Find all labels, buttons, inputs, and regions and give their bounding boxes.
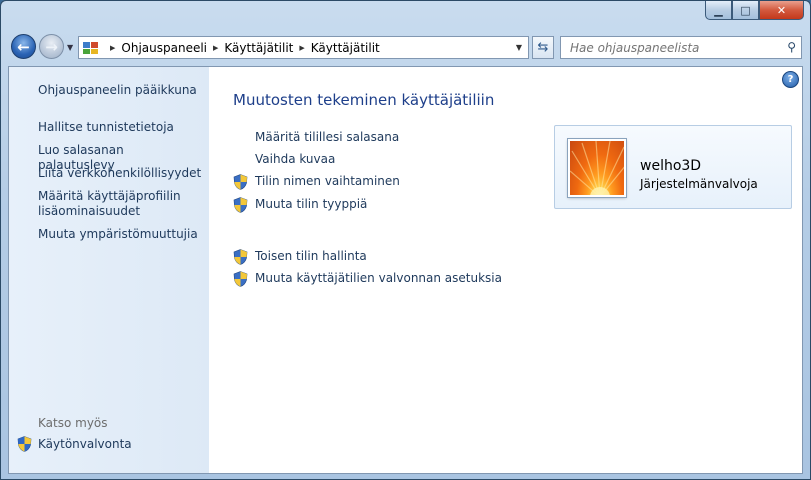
sidebar-link-environment-variables[interactable]: Muuta ympäristömuuttujia	[38, 227, 203, 242]
user-role: Järjestelmänvalvoja	[640, 177, 758, 191]
uac-shield-icon	[233, 271, 248, 287]
task-change-uac-settings[interactable]: Muuta käyttäjätilien valvonnan asetuksia	[255, 271, 502, 285]
user-name: welho3D	[640, 158, 702, 174]
address-dropdown-icon[interactable]: ▼	[516, 43, 522, 52]
breadcrumb-chevron-icon[interactable]: ▶	[213, 44, 218, 52]
main-pane: ? Muutosten tekeminen käyttäjätiliin Mää…	[209, 67, 802, 473]
user-account-card: welho3D Järjestelmänvalvoja	[554, 125, 792, 209]
help-icon[interactable]: ?	[782, 71, 799, 88]
close-button[interactable]: ✕	[759, 1, 804, 20]
minimize-button[interactable]: ▁	[705, 1, 732, 20]
caption-buttons: ▁ □ ✕	[705, 1, 804, 20]
breadcrumb-user-accounts[interactable]: Käyttäjätilit	[224, 41, 293, 55]
back-arrow-icon: ←	[17, 37, 30, 56]
sidebar: Ohjauspaneelin pääikkuna Hallitse tunnis…	[9, 67, 209, 473]
search-input[interactable]	[570, 41, 770, 55]
user-picture[interactable]	[568, 139, 626, 197]
uac-shield-icon	[233, 249, 248, 265]
task-manage-another-account[interactable]: Toisen tilin hallinta	[255, 249, 367, 263]
uac-shield-icon	[17, 436, 32, 452]
recent-pages-dropdown[interactable]: ▼	[67, 43, 73, 52]
address-bar[interactable]: ▶ Ohjauspaneeli ▶ Käyttäjätilit ▶ Käyttä…	[78, 36, 529, 59]
search-box[interactable]: ⚲	[560, 36, 802, 59]
refresh-icon: ⇆	[537, 40, 549, 55]
orange-flower-picture	[570, 141, 624, 195]
content-area: Ohjauspaneelin pääikkuna Hallitse tunnis…	[8, 66, 803, 474]
see-also-heading: Katso myös	[38, 416, 108, 430]
forward-arrow-icon: →	[45, 37, 58, 56]
uac-shield-icon	[233, 197, 248, 213]
sidebar-link-profile-properties[interactable]: Määritä käyttäjäprofiilin lisäominaisuud…	[38, 189, 203, 219]
search-icon[interactable]: ⚲	[787, 40, 796, 54]
maximize-button[interactable]: □	[732, 1, 759, 20]
page-title: Muutosten tekeminen käyttäjätiliin	[233, 91, 495, 109]
control-panel-window: ▁ □ ✕ ← → ▼ ▶ Ohjauspaneeli ▶ Käyttäjäti…	[0, 0, 811, 480]
breadcrumb-control-panel[interactable]: Ohjauspaneeli	[121, 41, 207, 55]
breadcrumb-chevron-icon[interactable]: ▶	[110, 44, 115, 52]
control-panel-icon	[83, 41, 98, 54]
task-change-picture[interactable]: Vaihda kuvaa	[255, 152, 335, 166]
back-button[interactable]: ←	[11, 34, 36, 59]
breadcrumb-chevron-icon[interactable]: ▶	[299, 44, 304, 52]
sidebar-link-parental-controls[interactable]: Käytönvalvonta	[38, 437, 203, 452]
task-set-password[interactable]: Määritä tilillesi salasana	[255, 130, 399, 144]
sidebar-link-online-ids[interactable]: Liitä verkkohenkilöllisyydet	[38, 166, 203, 181]
task-change-account-type[interactable]: Muuta tilin tyyppiä	[255, 197, 367, 211]
refresh-button[interactable]: ⇆	[532, 36, 554, 59]
navigation-bar: ← → ▼ ▶ Ohjauspaneeli ▶ Käyttäjätilit ▶ …	[1, 29, 810, 65]
sidebar-link-manage-credentials[interactable]: Hallitse tunnistetietoja	[38, 120, 203, 135]
sidebar-home-link[interactable]: Ohjauspaneelin pääikkuna	[38, 83, 203, 98]
forward-button[interactable]: →	[39, 34, 64, 59]
breadcrumb-user-accounts-current[interactable]: Käyttäjätilit	[311, 41, 380, 55]
task-change-account-name[interactable]: Tilin nimen vaihtaminen	[255, 174, 400, 188]
uac-shield-icon	[233, 174, 248, 190]
